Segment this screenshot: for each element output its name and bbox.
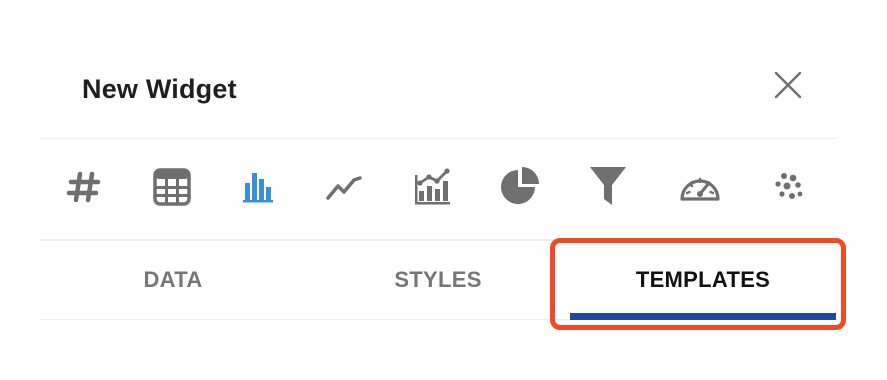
funnel-icon[interactable] — [586, 165, 630, 209]
tab-styles[interactable]: STYLES — [305, 241, 571, 319]
chart-type-selector — [40, 139, 837, 241]
line-chart-icon[interactable] — [322, 165, 366, 209]
dialog-title: New Widget — [82, 74, 237, 104]
table-icon[interactable] — [150, 165, 194, 209]
dialog-header: New Widget — [40, 60, 837, 139]
pie-chart-icon[interactable] — [498, 165, 542, 209]
bar-chart-icon[interactable] — [236, 165, 280, 209]
hash-icon[interactable] — [62, 165, 106, 209]
combo-chart-icon[interactable] — [410, 165, 454, 209]
tab-templates[interactable]: TEMPLATES — [570, 241, 836, 319]
gauge-icon[interactable] — [678, 165, 722, 209]
scatter-icon[interactable] — [768, 165, 812, 209]
active-tab-indicator — [570, 313, 836, 320]
tab-data[interactable]: DATA — [40, 241, 306, 319]
close-icon[interactable] — [773, 70, 803, 100]
widget-tabs: DATA STYLES TEMPLATES — [40, 241, 837, 320]
